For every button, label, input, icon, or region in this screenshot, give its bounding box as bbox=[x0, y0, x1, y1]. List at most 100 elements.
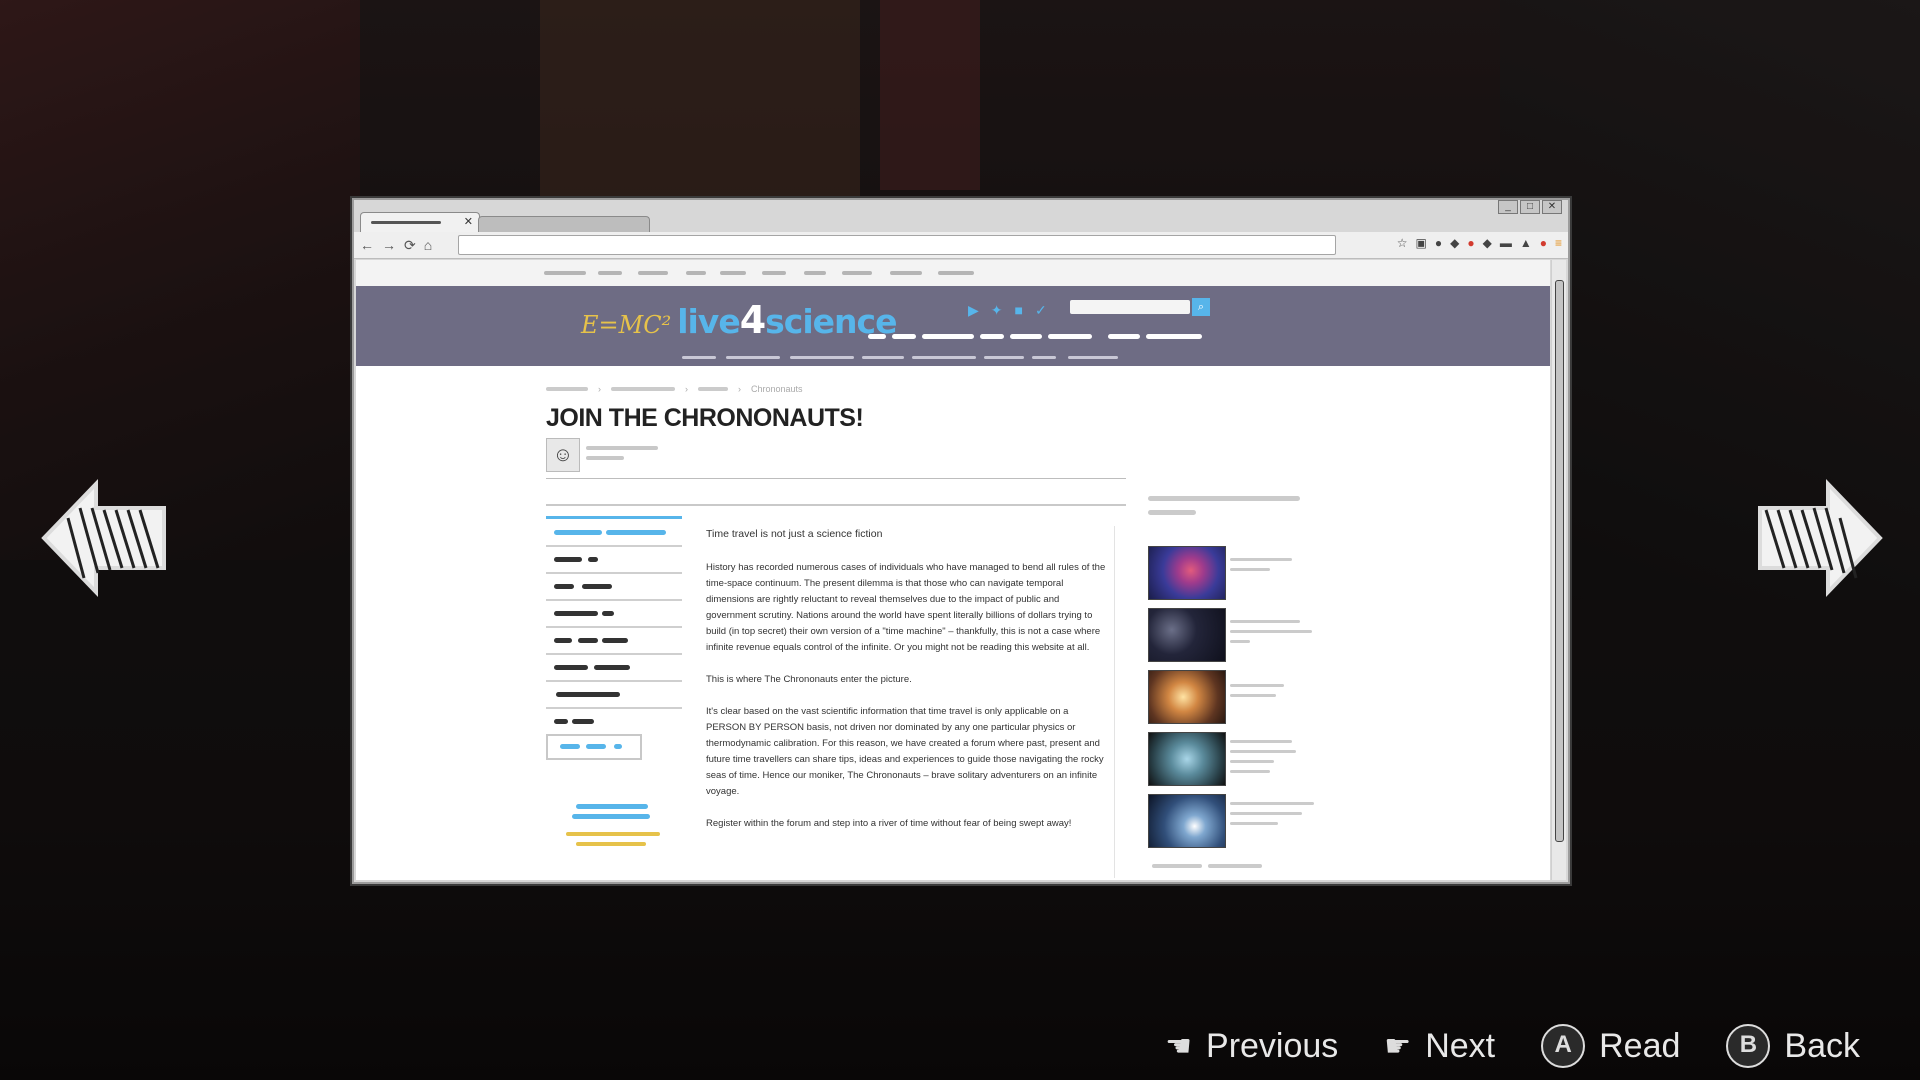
breadcrumb-link[interactable] bbox=[546, 387, 588, 391]
related-title[interactable] bbox=[1230, 558, 1292, 561]
main-nav-link[interactable] bbox=[1108, 334, 1140, 339]
previous-prompt[interactable]: Previous bbox=[1206, 1027, 1338, 1066]
related-title[interactable] bbox=[1230, 568, 1270, 571]
main-nav-link[interactable] bbox=[980, 334, 1004, 339]
related-title[interactable] bbox=[1230, 630, 1312, 633]
toc-item[interactable] bbox=[546, 547, 682, 574]
search-icon[interactable]: ⌕ bbox=[1192, 298, 1210, 316]
related-thumbnail[interactable] bbox=[1148, 546, 1226, 600]
toc-more-button[interactable] bbox=[546, 734, 642, 760]
extension-icon[interactable]: ▲ bbox=[1520, 236, 1532, 250]
back-prompt[interactable]: Back bbox=[1784, 1027, 1860, 1066]
forward-icon[interactable]: → bbox=[382, 237, 396, 254]
page-scrollbar[interactable] bbox=[1551, 260, 1566, 880]
topnav-link[interactable] bbox=[804, 271, 826, 275]
minimize-button[interactable]: _ bbox=[1498, 200, 1518, 214]
related-title[interactable] bbox=[1230, 740, 1292, 743]
facebook-icon[interactable]: ■ bbox=[1015, 302, 1023, 319]
related-title[interactable] bbox=[1230, 694, 1276, 697]
menu-icon[interactable]: ≡ bbox=[1555, 236, 1562, 250]
next-page-arrow-icon[interactable] bbox=[1756, 478, 1884, 598]
topnav-link[interactable] bbox=[544, 271, 586, 275]
sidebar-footer-link[interactable] bbox=[1208, 864, 1262, 868]
extension-icon[interactable]: ◆ bbox=[1450, 236, 1459, 250]
vimeo-icon[interactable]: ✓ bbox=[1035, 302, 1047, 319]
main-nav-link[interactable] bbox=[1146, 334, 1202, 339]
toc-item[interactable] bbox=[546, 709, 682, 734]
topnav-link[interactable] bbox=[842, 271, 872, 275]
related-thumbnail[interactable] bbox=[1148, 608, 1226, 662]
article-border bbox=[1114, 526, 1115, 878]
extension-icon[interactable]: ▬ bbox=[1500, 236, 1512, 250]
back-icon[interactable]: ← bbox=[360, 237, 374, 254]
related-title[interactable] bbox=[1230, 770, 1270, 773]
main-nav-link[interactable] bbox=[868, 334, 886, 339]
related-title[interactable] bbox=[1230, 640, 1250, 643]
reload-icon[interactable]: ⟳ bbox=[404, 237, 416, 254]
main-nav-link[interactable] bbox=[1010, 334, 1042, 339]
related-thumbnail[interactable] bbox=[1148, 670, 1226, 724]
scrollbar-thumb[interactable] bbox=[1555, 280, 1564, 842]
sub-nav-link[interactable] bbox=[726, 356, 780, 359]
related-title[interactable] bbox=[1230, 812, 1302, 815]
main-nav-link[interactable] bbox=[922, 334, 974, 339]
topnav-link[interactable] bbox=[762, 271, 786, 275]
read-prompt[interactable]: Read bbox=[1599, 1027, 1680, 1066]
related-thumbnail[interactable] bbox=[1148, 732, 1226, 786]
topnav-link[interactable] bbox=[598, 271, 622, 275]
related-title[interactable] bbox=[1230, 750, 1296, 753]
breadcrumb-link[interactable] bbox=[611, 387, 675, 391]
tab-inactive[interactable] bbox=[478, 216, 650, 233]
twitter-icon[interactable]: ✦ bbox=[991, 302, 1003, 319]
extension-icon[interactable]: ◆ bbox=[1483, 236, 1492, 250]
sidebar-footer-link[interactable] bbox=[1152, 864, 1202, 868]
main-nav-link[interactable] bbox=[892, 334, 916, 339]
related-title[interactable] bbox=[1230, 822, 1278, 825]
related-title[interactable] bbox=[1230, 684, 1284, 687]
sub-nav-link[interactable] bbox=[984, 356, 1024, 359]
extension-icon[interactable]: ▣ bbox=[1416, 236, 1427, 250]
site-search-input[interactable] bbox=[1070, 300, 1190, 314]
sub-nav-link[interactable] bbox=[790, 356, 854, 359]
address-bar[interactable] bbox=[458, 235, 1336, 255]
article-paragraph: It's clear based on the vast scientific … bbox=[706, 706, 1104, 797]
main-nav-link[interactable] bbox=[1048, 334, 1092, 339]
site-logo[interactable]: E=MC² live 4 science bbox=[581, 298, 898, 342]
related-title[interactable] bbox=[1230, 760, 1274, 763]
extension-icon[interactable]: ● bbox=[1435, 236, 1442, 250]
topnav-link[interactable] bbox=[938, 271, 974, 275]
toc-item[interactable] bbox=[546, 520, 682, 547]
youtube-icon[interactable]: ▶ bbox=[968, 302, 979, 319]
sub-nav-link[interactable] bbox=[862, 356, 904, 359]
close-window-button[interactable]: ✕ bbox=[1542, 200, 1562, 214]
related-thumbnail[interactable] bbox=[1148, 794, 1226, 848]
toc-item[interactable] bbox=[546, 628, 682, 655]
sub-nav-link[interactable] bbox=[682, 356, 716, 359]
toc-item[interactable] bbox=[546, 655, 682, 682]
topnav-link[interactable] bbox=[720, 271, 746, 275]
previous-page-arrow-icon[interactable] bbox=[40, 478, 168, 598]
toc-item[interactable] bbox=[546, 574, 682, 601]
extension-icon[interactable]: ● bbox=[1540, 236, 1547, 250]
topnav-link[interactable] bbox=[686, 271, 706, 275]
extension-icon[interactable]: ● bbox=[1467, 236, 1474, 250]
related-title[interactable] bbox=[1230, 802, 1314, 805]
related-title[interactable] bbox=[1230, 620, 1300, 623]
home-icon[interactable]: ⌂ bbox=[424, 237, 432, 254]
article-paragraph: History has recorded numerous cases of i… bbox=[706, 562, 1106, 653]
breadcrumb-link[interactable] bbox=[698, 387, 728, 391]
sub-nav-link[interactable] bbox=[1032, 356, 1056, 359]
topnav-link[interactable] bbox=[890, 271, 922, 275]
maximize-button[interactable]: □ bbox=[1520, 200, 1540, 214]
toc-item[interactable] bbox=[546, 682, 682, 709]
browser-window: _ □ ✕ ✕ ← → ⟳ ⌂ ☆ ▣ ● ◆ ● ◆ ▬ ▲ ● ≡ E=MC… bbox=[352, 198, 1570, 884]
topnav-link[interactable] bbox=[638, 271, 668, 275]
tab-close-icon[interactable]: ✕ bbox=[464, 215, 473, 228]
toc-item[interactable] bbox=[546, 601, 682, 628]
author-avatar[interactable]: ☺ bbox=[546, 438, 580, 472]
bookmark-star-icon[interactable]: ☆ bbox=[1397, 236, 1408, 250]
next-prompt[interactable]: Next bbox=[1425, 1027, 1495, 1066]
sub-nav-link[interactable] bbox=[912, 356, 976, 359]
tab-active[interactable]: ✕ bbox=[360, 212, 480, 233]
sub-nav-link[interactable] bbox=[1068, 356, 1118, 359]
